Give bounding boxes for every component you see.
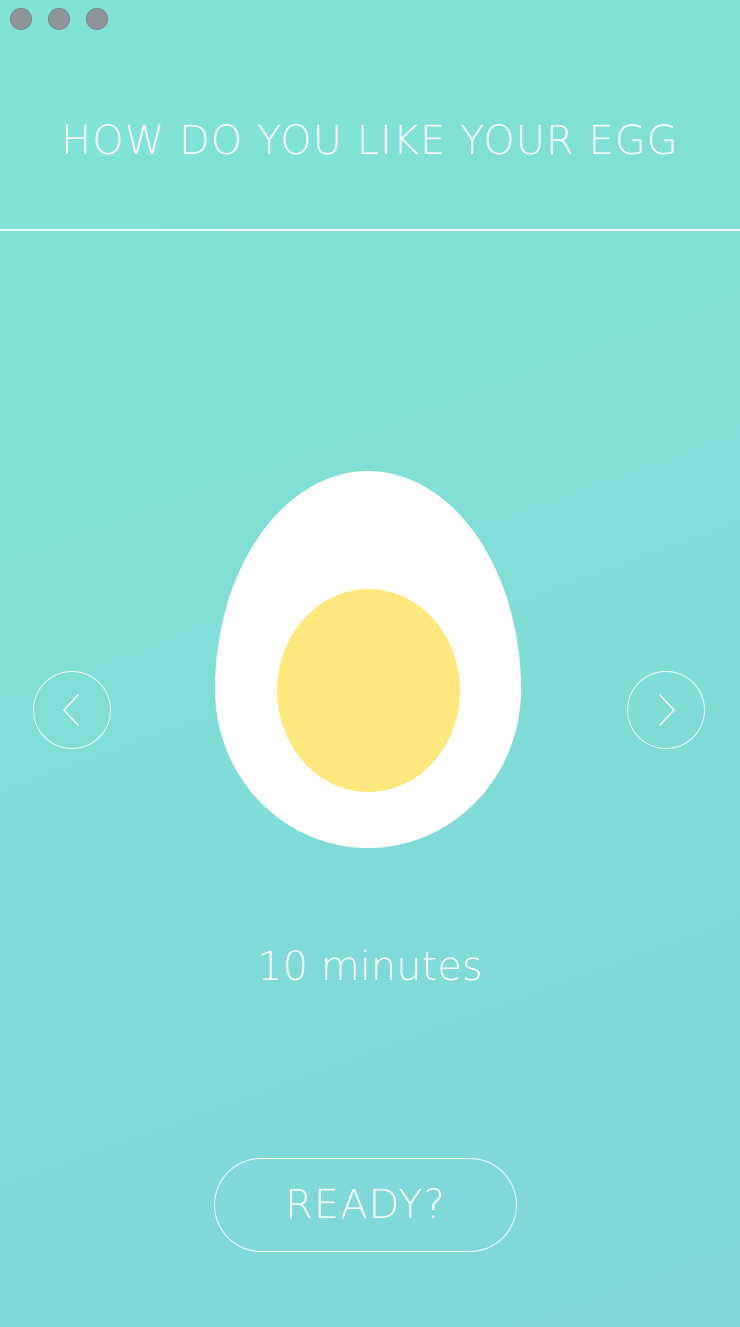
window-minimize-button[interactable] xyxy=(48,8,70,30)
chevron-right-icon xyxy=(659,694,675,726)
window-controls xyxy=(10,8,108,30)
cook-time-label: 10 minutes xyxy=(257,944,483,990)
page-title: HOW DO YOU LIKE YOUR EGG xyxy=(61,118,679,164)
previous-option-button[interactable] xyxy=(33,671,111,749)
egg-yolk xyxy=(277,589,460,792)
window-zoom-button[interactable] xyxy=(86,8,108,30)
next-option-button[interactable] xyxy=(627,671,705,749)
header-divider xyxy=(0,229,740,231)
chevron-left-icon xyxy=(63,694,79,726)
ready-button[interactable]: READY? xyxy=(214,1158,517,1252)
window-close-button[interactable] xyxy=(10,8,32,30)
